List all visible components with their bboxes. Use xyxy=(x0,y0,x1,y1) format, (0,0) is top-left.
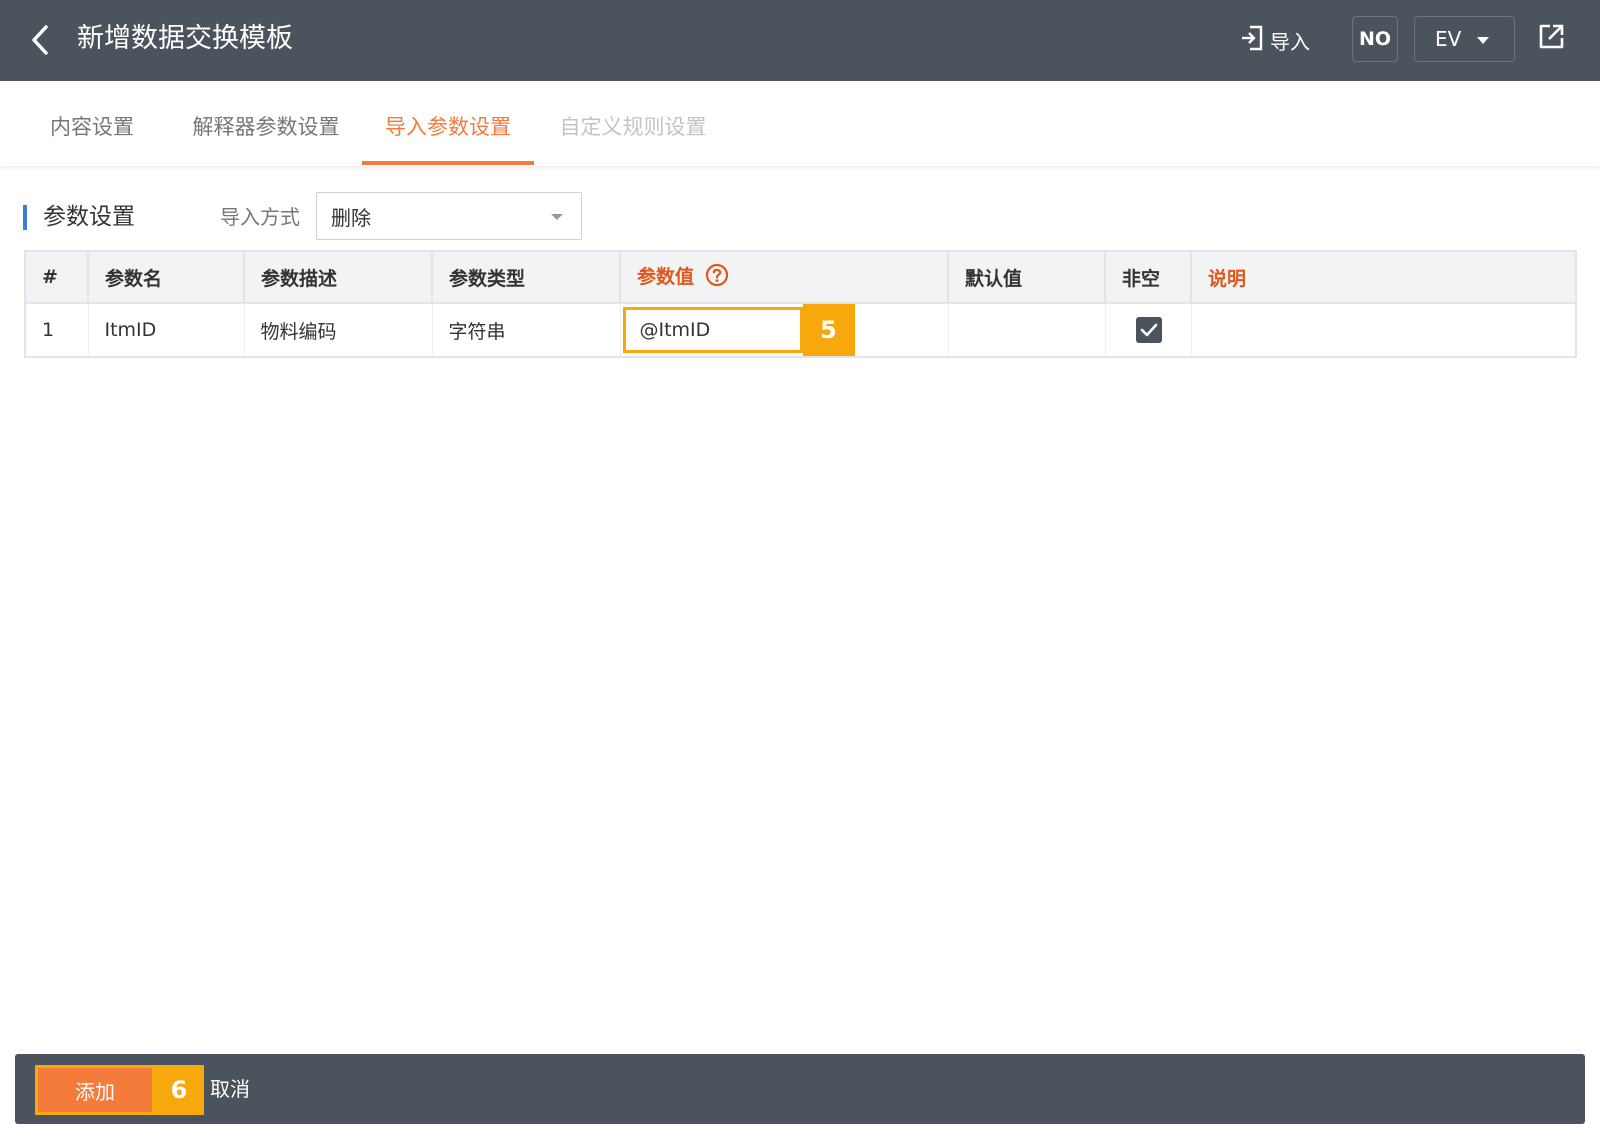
import-mode-value: 删除 xyxy=(331,205,371,230)
number-button[interactable]: NO xyxy=(1352,16,1398,62)
col-index: # xyxy=(25,251,89,304)
back-arrow-icon[interactable] xyxy=(22,20,58,60)
footer-bar: 添加 6 取消 xyxy=(15,1054,1585,1124)
col-note: 说明 xyxy=(1191,251,1576,304)
add-button[interactable]: 添加 xyxy=(35,1065,155,1115)
language-select[interactable]: EV xyxy=(1414,16,1515,62)
tab-custom-rules: 自定义规则设置 xyxy=(559,115,707,139)
caret-down-icon xyxy=(551,214,563,220)
cancel-button[interactable]: 取消 xyxy=(210,1072,250,1106)
import-label: 导入 xyxy=(1270,29,1310,54)
import-mode-select[interactable]: 删除 xyxy=(316,192,582,240)
tab-interpreter-params[interactable]: 解释器参数设置 xyxy=(188,111,344,165)
col-required: 非空 xyxy=(1105,251,1192,304)
section-accent-bar xyxy=(23,205,27,230)
value-field-wrap: @ItmID 5 xyxy=(621,304,857,356)
tab-content-settings[interactable]: 内容设置 xyxy=(47,111,137,165)
step-badge: 6 xyxy=(154,1065,204,1115)
cell-param-value: @ItmID 5 xyxy=(620,303,949,357)
col-param-value-label: 参数值 xyxy=(637,266,695,288)
import-button[interactable]: 导入 xyxy=(1240,22,1310,58)
page-title: 新增数据交换模板 xyxy=(77,23,293,54)
cell-required xyxy=(1105,303,1192,357)
number-label: NO xyxy=(1358,28,1392,50)
step-badge: 5 xyxy=(802,304,855,356)
cell-param-desc: 物料编码 xyxy=(244,303,433,357)
section-title: 参数设置 xyxy=(43,204,135,230)
required-checkbox[interactable] xyxy=(1135,317,1162,343)
params-table: # 参数名 参数描述 参数类型 参数值 默认值 非空 说明 1 ItmID 物料… xyxy=(24,250,1577,358)
caret-down-icon xyxy=(1477,37,1489,44)
tab-import-params[interactable]: 导入参数设置 xyxy=(362,111,534,165)
cell-index: 1 xyxy=(25,303,89,357)
import-icon xyxy=(1240,25,1264,56)
col-param-desc: 参数描述 xyxy=(244,251,433,304)
tabs-bar: 内容设置 解释器参数设置 导入参数设置 自定义规则设置 xyxy=(0,81,1600,166)
language-value: EV xyxy=(1435,27,1462,51)
cell-param-name: ItmID xyxy=(88,303,245,357)
table-row: 1 ItmID 物料编码 字符串 @ItmID 5 xyxy=(25,303,1576,357)
top-bar: 新增数据交换模板 导入 NO EV xyxy=(0,0,1600,81)
col-param-name: 参数名 xyxy=(88,251,245,304)
col-default-value: 默认值 xyxy=(948,251,1106,304)
import-mode-label: 导入方式 xyxy=(220,205,300,229)
col-param-type: 参数类型 xyxy=(432,251,621,304)
add-button-label: 添加 xyxy=(75,1079,115,1104)
help-icon[interactable] xyxy=(705,263,729,292)
external-link-icon[interactable] xyxy=(1536,22,1570,56)
cell-note[interactable] xyxy=(1191,303,1576,357)
table-header-row: # 参数名 参数描述 参数类型 参数值 默认值 非空 说明 xyxy=(25,251,1576,304)
col-param-value: 参数值 xyxy=(620,251,949,304)
param-value-input[interactable]: @ItmID xyxy=(622,307,803,353)
cell-param-type: 字符串 xyxy=(432,303,621,357)
cell-default-value[interactable] xyxy=(948,303,1106,357)
